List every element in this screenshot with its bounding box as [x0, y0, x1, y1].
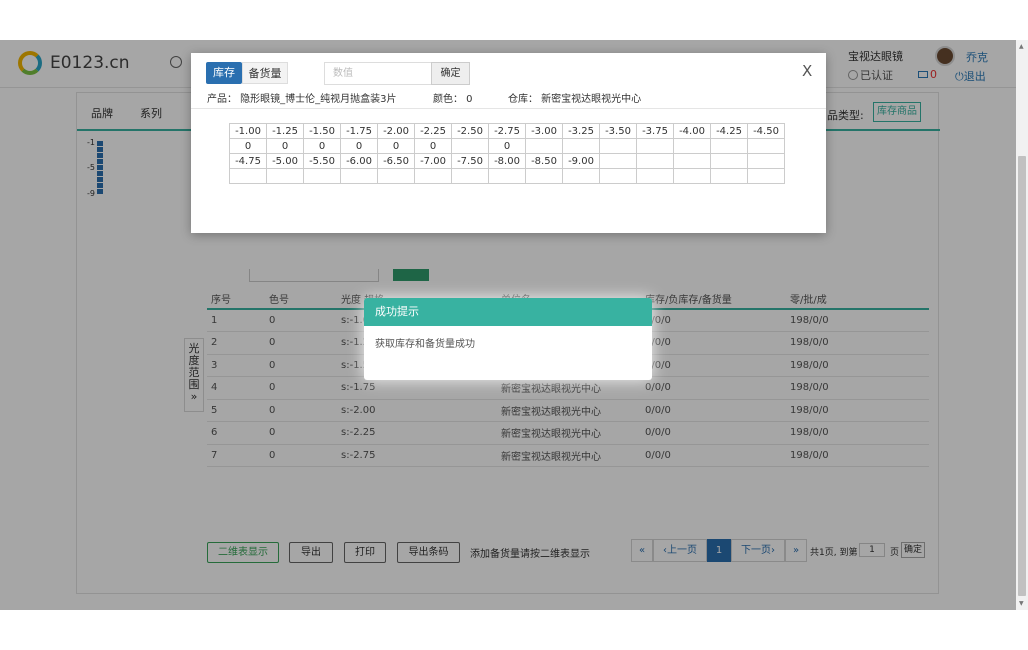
grid-cell[interactable]: [673, 138, 711, 154]
scroll-thumb[interactable]: [1018, 156, 1026, 596]
grid-cell[interactable]: [673, 168, 711, 184]
page: E0123.cn 宝视达眼镜 已认证 乔克 0 ⏻退出 品牌 系列 品类型: 库…: [0, 40, 1028, 610]
grid-cell[interactable]: 0: [340, 138, 378, 154]
grid-cell[interactable]: [710, 138, 748, 154]
grid-cell[interactable]: -9.00: [562, 153, 600, 169]
grid-cell[interactable]: -2.25: [414, 123, 452, 139]
grid-row: [229, 168, 785, 184]
grid-cell[interactable]: 0: [488, 138, 526, 154]
grid-cell[interactable]: [747, 168, 785, 184]
grid-cell[interactable]: -1.50: [303, 123, 341, 139]
scroll-down-icon[interactable]: ▼: [1019, 600, 1024, 607]
grid-cell[interactable]: [525, 168, 563, 184]
grid-cell[interactable]: [562, 138, 600, 154]
color-info: 颜色： 0: [433, 94, 473, 105]
quantity-input[interactable]: 数值: [324, 62, 432, 85]
grid-cell[interactable]: 0: [229, 138, 267, 154]
grid-cell[interactable]: -3.25: [562, 123, 600, 139]
grid-row: -1.00 -1.25 -1.50 -1.75 -2.00 -2.25 -2.50 -2.75…: [229, 123, 785, 139]
divider: [191, 108, 826, 109]
grid-cell[interactable]: [636, 168, 674, 184]
grid-cell[interactable]: 0: [266, 138, 304, 154]
scroll-up-icon[interactable]: ▲: [1019, 43, 1024, 50]
stock-modal: 库存 备货量 数值 确定 X 产品： 隐形眼镜_博士伦_纯视月抛盒装3片 颜色：…: [191, 53, 826, 233]
grid-cell[interactable]: [266, 168, 304, 184]
grid-row: 0000000: [229, 138, 785, 154]
grid-cell[interactable]: [710, 153, 748, 169]
grid-cell[interactable]: -6.50: [377, 153, 415, 169]
grid-cell[interactable]: [303, 168, 341, 184]
grid-cell[interactable]: [488, 168, 526, 184]
tab-reserve[interactable]: 备货量: [242, 62, 288, 84]
grid-cell[interactable]: -4.75: [229, 153, 267, 169]
grid-cell[interactable]: [451, 168, 489, 184]
tab-stock[interactable]: 库存: [206, 62, 242, 84]
close-icon[interactable]: X: [802, 62, 812, 80]
grid-cell[interactable]: [451, 138, 489, 154]
grid-cell[interactable]: [599, 168, 637, 184]
grid-cell[interactable]: -8.50: [525, 153, 563, 169]
grid-cell[interactable]: -1.75: [340, 123, 378, 139]
grid-cell[interactable]: -8.00: [488, 153, 526, 169]
confirm-button[interactable]: 确定: [431, 62, 470, 85]
scrollbar[interactable]: ▲ ▼: [1016, 40, 1028, 610]
popup-title: 成功提示: [364, 298, 652, 326]
grid-cell[interactable]: -3.50: [599, 123, 637, 139]
grid-cell[interactable]: [229, 168, 267, 184]
grid-cell[interactable]: -1.25: [266, 123, 304, 139]
power-grid: -1.00 -1.25 -1.50 -1.75 -2.00 -2.25 -2.50 -2.75…: [229, 123, 785, 184]
grid-cell[interactable]: -2.50: [451, 123, 489, 139]
grid-cell[interactable]: [377, 168, 415, 184]
success-popup: 成功提示 获取库存和备货量成功: [364, 298, 652, 380]
grid-cell[interactable]: -2.00: [377, 123, 415, 139]
grid-cell[interactable]: -2.75: [488, 123, 526, 139]
grid-cell[interactable]: [599, 138, 637, 154]
grid-cell[interactable]: [710, 168, 748, 184]
grid-cell[interactable]: [747, 138, 785, 154]
grid-cell[interactable]: [636, 138, 674, 154]
grid-cell[interactable]: -4.00: [673, 123, 711, 139]
grid-cell[interactable]: [636, 153, 674, 169]
grid-cell[interactable]: -3.75: [636, 123, 674, 139]
warehouse-info: 仓库： 新密宝视达眼视光中心: [508, 94, 642, 105]
grid-cell[interactable]: [525, 138, 563, 154]
grid-cell[interactable]: [673, 153, 711, 169]
grid-cell[interactable]: -6.00: [340, 153, 378, 169]
grid-cell[interactable]: 0: [377, 138, 415, 154]
grid-cell[interactable]: [562, 168, 600, 184]
grid-cell[interactable]: -5.00: [266, 153, 304, 169]
grid-cell[interactable]: [414, 168, 452, 184]
grid-cell[interactable]: -7.50: [451, 153, 489, 169]
grid-cell[interactable]: 0: [303, 138, 341, 154]
grid-cell[interactable]: -1.00: [229, 123, 267, 139]
product-info: 产品： 隐形眼镜_博士伦_纯视月抛盒装3片: [207, 94, 397, 105]
grid-cell[interactable]: -7.00: [414, 153, 452, 169]
grid-cell[interactable]: -5.50: [303, 153, 341, 169]
grid-row: -4.75 -5.00 -5.50 -6.00 -6.50 -7.00 -7.50 -8.00…: [229, 153, 785, 169]
grid-cell[interactable]: -3.00: [525, 123, 563, 139]
popup-message: 获取库存和备货量成功: [375, 339, 475, 350]
grid-cell[interactable]: [747, 153, 785, 169]
grid-cell[interactable]: [599, 153, 637, 169]
grid-cell[interactable]: -4.25: [710, 123, 748, 139]
grid-cell[interactable]: -4.50: [747, 123, 785, 139]
grid-cell[interactable]: 0: [414, 138, 452, 154]
grid-cell[interactable]: [340, 168, 378, 184]
